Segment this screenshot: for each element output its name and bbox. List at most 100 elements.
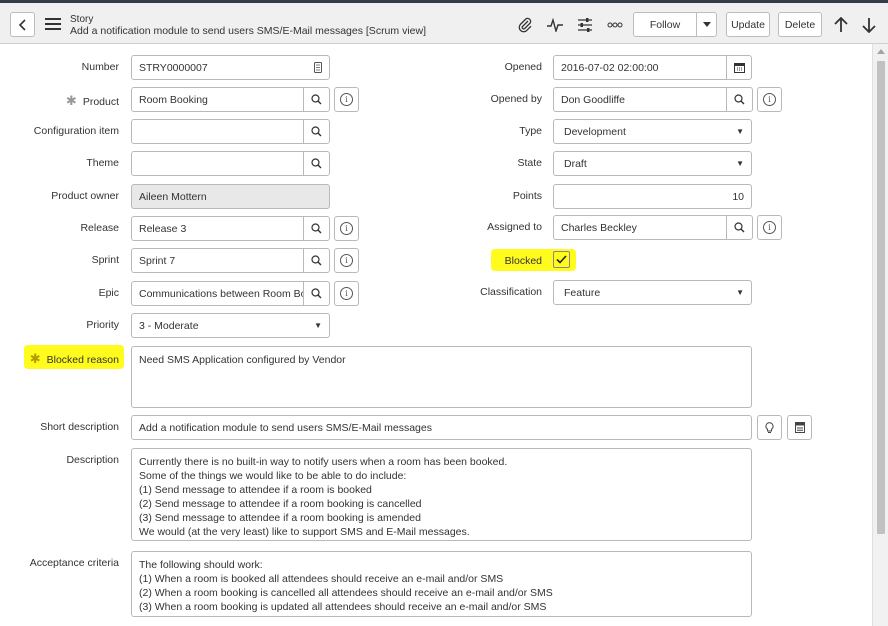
search-icon (311, 255, 322, 266)
release-lookup-button[interactable] (303, 216, 330, 241)
record-icon (314, 62, 322, 73)
theme-label: Theme (86, 157, 119, 169)
scroll-up-icon[interactable] (877, 49, 885, 54)
update-button[interactable]: Update (726, 12, 770, 37)
acceptance-criteria-line: (2) When a room booking is cancelled all… (139, 587, 553, 599)
record-title: Add a notification module to send users … (70, 25, 426, 37)
template-icon (794, 422, 805, 433)
assigned-to-lookup-button[interactable] (726, 215, 753, 240)
opened-by-info-button[interactable]: i (757, 87, 782, 112)
activity-icon[interactable] (544, 15, 566, 35)
epic-label: Epic (98, 287, 119, 299)
theme-field[interactable] (131, 151, 304, 176)
calendar-button[interactable] (726, 55, 752, 80)
follow-button-label: Follow (649, 18, 681, 31)
search-icon (311, 223, 322, 234)
points-field[interactable]: 10 (553, 184, 752, 209)
suggestion-button[interactable] (757, 415, 782, 440)
description-line: Currently there is no built-in way to no… (139, 456, 508, 468)
template-button[interactable] (787, 415, 812, 440)
priority-select[interactable]: 3 - Moderate ▼ (131, 313, 330, 338)
follow-button[interactable]: Follow (633, 12, 697, 37)
hamburger-menu-icon[interactable] (45, 17, 61, 31)
required-icon: ✱ (65, 93, 77, 108)
configuration-item-label: Configuration item (33, 125, 119, 137)
blocked-label: Blocked (504, 255, 542, 267)
arrow-down-icon[interactable] (858, 15, 880, 35)
info-icon: i (340, 222, 353, 235)
description-textarea[interactable]: Currently there is no built-in way to no… (131, 448, 752, 541)
form-header: Story Add a notification module to send … (0, 0, 888, 44)
follow-dropdown-button[interactable] (696, 12, 717, 37)
product-field[interactable]: Room Booking (131, 87, 304, 112)
acceptance-criteria-textarea[interactable]: The following should work: (1) When a ro… (131, 551, 752, 617)
assigned-to-info-button[interactable]: i (757, 215, 782, 240)
acceptance-criteria-line: (1) When a room is booked all attendees … (139, 573, 504, 585)
acceptance-criteria-label: Acceptance criteria (29, 557, 119, 569)
release-field[interactable]: Release 3 (131, 216, 304, 241)
type-label: Type (519, 125, 542, 137)
blocked-checkbox[interactable] (553, 251, 570, 268)
classification-select[interactable]: Feature ▼ (553, 280, 752, 305)
sprint-info-button[interactable]: i (334, 248, 359, 273)
description-line: (3) Send message to attendee if a room b… (139, 512, 421, 524)
theme-lookup-button[interactable] (303, 151, 330, 176)
acceptance-criteria-line: The following should work: (139, 559, 263, 571)
classification-value: Feature (564, 286, 601, 299)
priority-value: 3 - Moderate (139, 319, 199, 332)
number-field[interactable]: STRY0000007 (131, 55, 330, 80)
search-icon (311, 288, 322, 299)
number-label: Number (81, 61, 119, 73)
more-options-icon[interactable] (604, 15, 626, 35)
settings-sliders-icon[interactable] (574, 15, 596, 35)
product-label: ✱ Product (65, 93, 119, 108)
product-info-button[interactable]: i (334, 87, 359, 112)
scrollbar-thumb[interactable] (877, 61, 885, 534)
caret-down-icon (702, 22, 711, 27)
configuration-item-lookup-button[interactable] (303, 119, 330, 144)
info-icon: i (340, 93, 353, 106)
blocked-reason-value: Need SMS Application configured by Vendo… (139, 354, 346, 366)
opened-by-field[interactable]: Don Goodliffe (553, 87, 727, 112)
acceptance-criteria-line: (3) When a room booking is updated all a… (139, 601, 547, 613)
paperclip-icon[interactable] (514, 15, 536, 35)
search-icon (734, 222, 745, 233)
search-icon (311, 158, 322, 169)
classification-label: Classification (480, 286, 542, 298)
type-select[interactable]: Development ▼ (553, 119, 752, 144)
delete-button[interactable]: Delete (778, 12, 822, 37)
release-info-button[interactable]: i (334, 216, 359, 241)
assigned-to-field[interactable]: Charles Beckley (553, 215, 727, 240)
sprint-lookup-button[interactable] (303, 248, 330, 273)
number-value: STRY0000007 (139, 61, 208, 74)
product-lookup-button[interactable] (303, 87, 330, 112)
description-line: Some of the things we would like to be a… (139, 470, 407, 482)
blocked-reason-textarea[interactable]: Need SMS Application configured by Vendo… (131, 346, 752, 408)
short-description-label: Short description (40, 421, 119, 433)
arrow-up-icon[interactable] (830, 15, 852, 35)
lightbulb-icon (765, 421, 774, 433)
points-label: Points (512, 190, 542, 202)
caret-down-icon: ▼ (314, 321, 322, 330)
opened-by-lookup-button[interactable] (726, 87, 753, 112)
opened-by-label: Opened by (490, 93, 542, 105)
opened-field[interactable]: 2016-07-02 02:00:00 (553, 55, 727, 80)
info-icon: i (340, 287, 353, 300)
release-label: Release (80, 222, 119, 234)
state-value: Draft (564, 157, 587, 170)
product-owner-label: Product owner (51, 190, 119, 202)
epic-lookup-button[interactable] (303, 281, 330, 306)
epic-field[interactable]: Communications between Room Bo (131, 281, 304, 306)
sprint-field[interactable]: Sprint 7 (131, 248, 304, 273)
caret-down-icon: ▼ (736, 288, 744, 297)
configuration-item-field[interactable] (131, 119, 304, 144)
back-button[interactable] (10, 12, 35, 37)
epic-info-button[interactable]: i (334, 281, 359, 306)
description-label: Description (66, 454, 119, 466)
vertical-scrollbar[interactable] (872, 44, 888, 626)
priority-label: Priority (86, 319, 119, 331)
state-select[interactable]: Draft ▼ (553, 151, 752, 176)
short-description-field[interactable]: Add a notification module to send users … (131, 415, 752, 440)
description-line: (1) Send message to attendee if a room i… (139, 484, 372, 496)
delete-button-label: Delete (784, 18, 816, 31)
